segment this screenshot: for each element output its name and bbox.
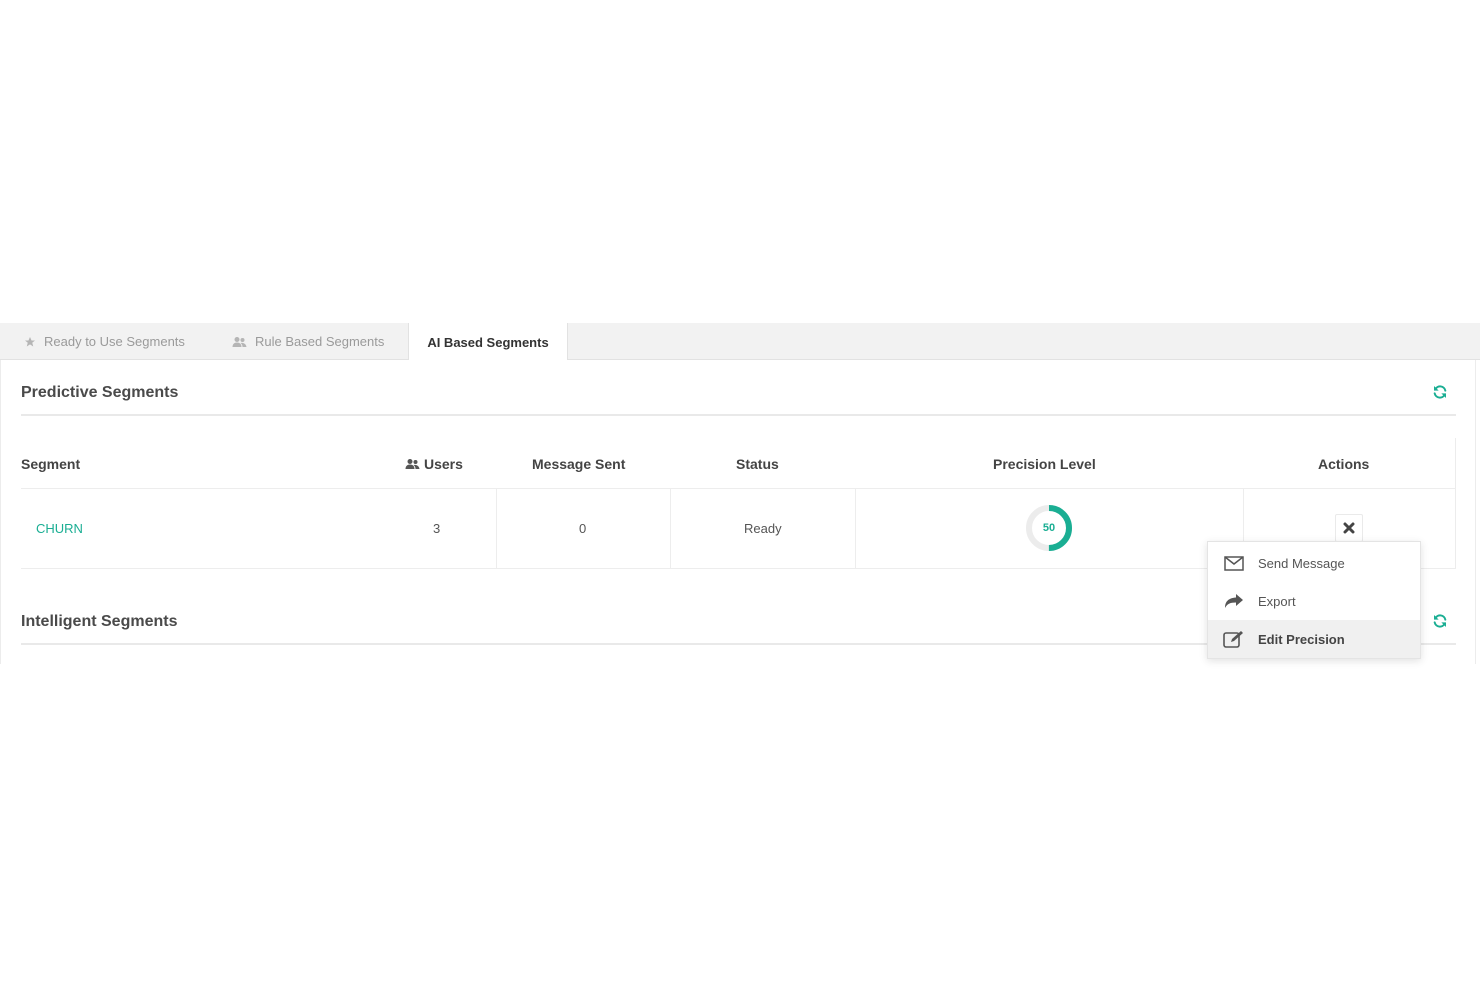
column-divider (670, 489, 671, 569)
menu-item-export-label: Export (1258, 593, 1296, 609)
precision-value: 50 (1042, 522, 1056, 534)
column-header-segment: Segment (21, 456, 81, 472)
close-icon (1343, 522, 1355, 534)
segment-tabs: Ready to Use Segments Rule Based Segment… (0, 323, 1480, 361)
segment-link-churn[interactable]: CHURN (36, 521, 83, 536)
refresh-icon[interactable] (1430, 382, 1450, 402)
star-icon (24, 336, 36, 348)
tab-ready-to-use-segments[interactable]: Ready to Use Segments (24, 323, 185, 360)
cell-status: Ready (744, 521, 782, 536)
tab-ready-label: Ready to Use Segments (44, 334, 185, 349)
refresh-icon[interactable] (1430, 611, 1450, 631)
menu-item-edit-label: Edit Precision (1258, 631, 1345, 647)
cell-message-sent: 0 (579, 521, 587, 536)
tab-ai-based-segments[interactable]: AI Based Segments (408, 323, 568, 361)
column-divider (855, 489, 856, 569)
menu-item-send-message[interactable]: Send Message (1208, 544, 1420, 582)
column-header-status: Status (736, 456, 779, 472)
close-actions-button[interactable] (1335, 514, 1363, 542)
table-border (1455, 438, 1456, 569)
column-header-users-label: Users (424, 456, 463, 472)
column-header-precision-level: Precision Level (993, 456, 1096, 472)
menu-item-export[interactable]: Export (1208, 582, 1420, 620)
menu-item-edit-precision[interactable]: Edit Precision (1208, 620, 1420, 658)
users-icon (232, 336, 247, 348)
edit-icon (1222, 629, 1246, 649)
column-divider (496, 489, 497, 569)
column-header-users: Users (405, 456, 463, 472)
envelope-icon (1222, 553, 1246, 573)
column-header-actions: Actions (1318, 456, 1370, 472)
share-icon (1222, 591, 1246, 611)
predictive-divider (21, 414, 1456, 416)
cell-users: 3 (433, 521, 441, 536)
tab-ai-label: AI Based Segments (427, 334, 549, 350)
header-divider (21, 488, 1456, 489)
predictive-segments-title: Predictive Segments (21, 384, 179, 401)
tab-rule-label: Rule Based Segments (255, 334, 385, 349)
column-header-message-sent: Message Sent (532, 456, 626, 472)
users-icon (405, 458, 420, 470)
actions-menu: Send Message Export Edit Precision (1207, 541, 1421, 659)
tab-rule-based-segments[interactable]: Rule Based Segments (232, 323, 384, 360)
menu-item-send-label: Send Message (1258, 555, 1345, 571)
intelligent-segments-title: Intelligent Segments (21, 613, 178, 630)
